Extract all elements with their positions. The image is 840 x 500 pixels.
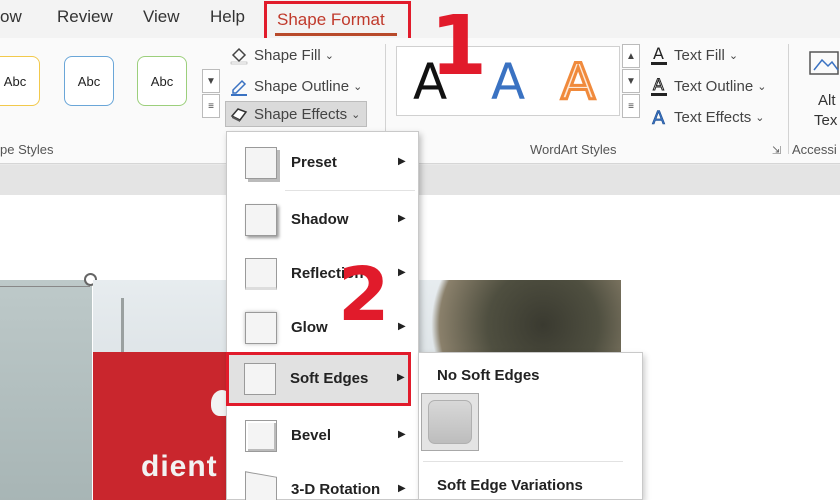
text-outline-button[interactable]: A Text Outline ⌄ — [648, 73, 766, 99]
chevron-right-icon: ▶ — [398, 483, 406, 494]
no-soft-edges-option[interactable] — [421, 393, 479, 451]
canvas-background — [0, 165, 840, 195]
annotation-step-1: 1 — [430, 0, 488, 94]
shape-outline-button[interactable]: Shape Outline ⌄ — [228, 73, 362, 99]
menu-item-label: 3-D Rotation — [291, 481, 381, 498]
menu-item-soft-edges[interactable]: Soft Edges ▶ — [226, 352, 411, 406]
group-label-accessibility: Accessi — [792, 142, 837, 157]
shape-style-thumb-yellow[interactable]: Abc — [0, 56, 40, 106]
svg-text:A: A — [653, 44, 664, 63]
svg-text:A: A — [653, 75, 664, 94]
shape-effects-icon — [228, 104, 250, 124]
tab-shape-format-label: Shape Format — [277, 10, 385, 29]
preset-thumb-icon — [245, 147, 277, 179]
shape-outline-label: Shape Outline — [254, 77, 350, 95]
text-fill-label: Text Fill — [674, 46, 725, 64]
selection-border — [0, 286, 90, 287]
tab-shape-format[interactable]: Shape Format — [264, 1, 411, 41]
dialog-launcher-icon[interactable]: ⇲ — [772, 144, 781, 157]
chevron-right-icon: ▶ — [398, 213, 406, 224]
chevron-right-icon: ▶ — [398, 267, 406, 278]
gallery-up-icon[interactable]: ▲ — [622, 44, 640, 68]
soft-edges-submenu: No Soft Edges Soft Edge Variations — [418, 352, 643, 500]
paint-bucket-icon — [228, 45, 250, 65]
alt-text-label-line1: Alt — [818, 92, 836, 109]
chevron-down-icon: ⌄ — [353, 80, 363, 93]
wordart-style-orange-outline[interactable]: A — [559, 52, 596, 113]
menu-item-3d-rotation[interactable]: 3-D Rotation ▶ — [227, 463, 418, 500]
menu-item-label: Glow — [291, 319, 328, 336]
annotation-step-2: 2 — [338, 252, 390, 338]
soft-edges-thumb-icon — [244, 363, 276, 395]
gallery-down-icon[interactable]: ▼ — [622, 69, 640, 93]
gallery-more-icon[interactable]: ≡ — [202, 94, 220, 118]
chevron-down-icon: ⌄ — [757, 80, 767, 93]
chevron-down-icon: ⌄ — [351, 108, 361, 121]
chevron-right-icon: ▶ — [398, 321, 406, 332]
chevron-right-icon: ▶ — [397, 372, 405, 383]
text-outline-icon: A — [648, 75, 670, 96]
tab-help[interactable]: Help — [210, 7, 245, 27]
text-effects-label: Text Effects — [674, 108, 752, 126]
tab-review[interactable]: Review — [57, 7, 113, 27]
tab-home-partial[interactable]: ow — [0, 7, 22, 27]
menu-item-label: Preset — [291, 154, 337, 171]
group-label-wordart-styles: WordArt Styles — [530, 142, 617, 157]
chevron-down-icon: ⌄ — [324, 49, 334, 62]
chevron-right-icon: ▶ — [398, 156, 406, 167]
rounded-square-icon — [428, 400, 472, 444]
menu-item-shadow[interactable]: Shadow ▶ — [227, 193, 418, 247]
pencil-icon — [228, 76, 250, 96]
tab-view[interactable]: View — [143, 7, 180, 27]
shape-effects-label: Shape Effects — [254, 105, 348, 123]
menu-separator — [285, 190, 415, 191]
glow-thumb-icon — [245, 312, 277, 344]
gallery-down-icon[interactable]: ▼ — [202, 69, 220, 93]
photo-pole — [121, 298, 124, 358]
menu-item-bevel[interactable]: Bevel ▶ — [227, 409, 418, 463]
gallery-more-icon[interactable]: ≡ — [622, 94, 640, 118]
text-fill-button[interactable]: A Text Fill ⌄ — [648, 42, 738, 68]
shadow-thumb-icon — [245, 204, 277, 236]
menu-item-label: Shadow — [291, 211, 349, 228]
group-label-shape-styles: pe Styles — [0, 142, 54, 157]
ribbon: Abc Abc Abc ▼ ≡ pe Styles Shape Fill ⌄ S… — [0, 38, 840, 164]
shape-fill-label: Shape Fill — [254, 46, 321, 64]
rotation-thumb-icon — [245, 471, 277, 500]
svg-text:A: A — [652, 107, 665, 128]
menu-item-label: Bevel — [291, 427, 332, 444]
ribbon-tab-bar: ow Review View Help Shape Format — [0, 0, 840, 41]
shape-style-thumb-green[interactable]: Abc — [137, 56, 187, 106]
selected-picture-left[interactable] — [0, 280, 92, 500]
submenu-heading-variations: Soft Edge Variations — [437, 477, 583, 494]
shape-effects-menu: Preset ▶ Shadow ▶ Reflection ▶ Glow ▶ Be… — [226, 131, 419, 500]
shape-effects-button[interactable]: Shape Effects ⌄ — [225, 101, 368, 127]
group-divider — [788, 44, 789, 154]
text-outline-label: Text Outline — [674, 77, 754, 95]
wordart-style-blue[interactable]: A — [491, 53, 525, 111]
chevron-right-icon: ▶ — [398, 429, 406, 440]
photo-brand-text: dient — [141, 450, 218, 483]
bevel-thumb-icon — [245, 420, 277, 452]
text-effects-button[interactable]: A Text Effects ⌄ — [648, 104, 765, 130]
submenu-heading-no-soft-edges: No Soft Edges — [437, 367, 540, 384]
shape-styles-gallery-scroll: ▼ ≡ — [202, 44, 220, 119]
alt-text-button[interactable] — [806, 48, 840, 88]
chevron-down-icon: ⌄ — [728, 49, 739, 62]
text-fill-icon: A — [648, 44, 670, 65]
chevron-down-icon: ⌄ — [755, 111, 765, 124]
alt-text-label-line2: Tex — [814, 112, 838, 129]
text-effects-icon: A — [648, 107, 670, 128]
submenu-separator — [423, 461, 623, 462]
reflection-thumb-icon — [245, 258, 277, 290]
active-tab-underline — [275, 33, 397, 36]
menu-item-label: Soft Edges — [290, 370, 369, 387]
menu-item-preset[interactable]: Preset ▶ — [227, 136, 418, 190]
shape-style-thumb-blue[interactable]: Abc — [64, 56, 114, 106]
alt-text-icon — [809, 51, 839, 75]
wordart-gallery-scroll: ▲ ▼ ≡ — [622, 44, 640, 119]
shape-fill-button[interactable]: Shape Fill ⌄ — [228, 42, 334, 68]
